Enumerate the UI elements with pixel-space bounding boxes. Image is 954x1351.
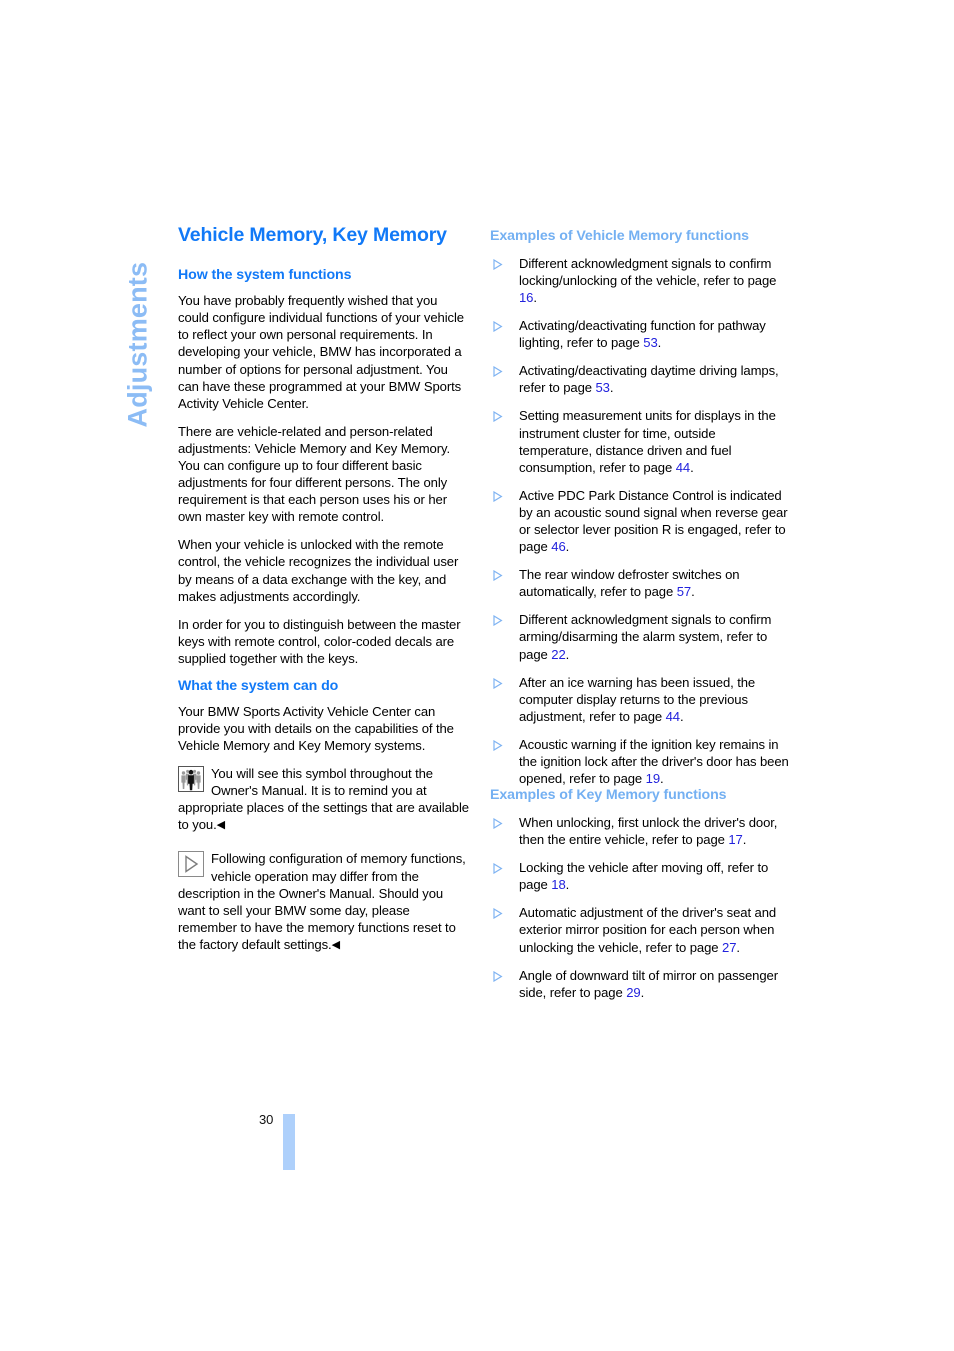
- page-reference-link[interactable]: 53: [596, 380, 610, 395]
- triangle-right-bullet-icon: [492, 321, 503, 333]
- page-reference-link[interactable]: 44: [666, 709, 680, 724]
- paragraph: You have probably frequently wished that…: [178, 293, 464, 411]
- paragraph: Your BMW Sports Activity Vehicle Center …: [178, 703, 454, 753]
- triangle-right-bullet-icon: [492, 570, 503, 582]
- triangle-right-boxed-icon: [178, 851, 204, 878]
- left-column: Vehicle Memory, Key Memory How the syste…: [178, 224, 470, 964]
- page-reference-link[interactable]: 46: [551, 539, 565, 554]
- page-reference-link[interactable]: 44: [676, 460, 690, 475]
- list-item-text: Different acknowledgment signals to conf…: [519, 255, 777, 288]
- paragraph: In order for you to distinguish between …: [178, 616, 461, 666]
- list-item-text-tail: .: [736, 939, 740, 955]
- list-item: Different acknowledgment signals to conf…: [490, 611, 790, 662]
- triangle-right-bullet-icon: [492, 677, 503, 689]
- list-item-text-tail: .: [565, 539, 570, 555]
- section-heading-what-the-system-can-do: What the system can do: [178, 678, 339, 695]
- triangle-right-bullet-icon: [492, 615, 503, 627]
- note-block-people: You will see this symbol throughout the …: [178, 765, 470, 833]
- page-reference-link[interactable]: 22: [551, 647, 565, 662]
- page-title: Vehicle Memory, Key Memory: [178, 224, 447, 246]
- list-item-text-tail: .: [690, 459, 694, 475]
- list-item: The rear window defroster switches on au…: [490, 566, 790, 600]
- section-heading-how-the-system-functions: How the system functions: [178, 267, 352, 284]
- triangle-right-bullet-icon: [492, 490, 503, 502]
- list-item: Activating/deactivating daytime driving …: [490, 362, 790, 396]
- list-item-text: After an ice warning has been issued, th…: [519, 674, 756, 724]
- list-item-text-tail: .: [680, 708, 684, 724]
- page-reference-link[interactable]: 27: [722, 940, 736, 955]
- triangle-right-bullet-icon: [492, 908, 503, 920]
- list-item: Locking the vehicle after moving off, re…: [490, 859, 790, 893]
- list-item: Automatic adjustment of the driver's sea…: [490, 904, 790, 955]
- paragraph: There are vehicle-related and person-rel…: [178, 423, 450, 525]
- page-number: 30: [259, 1112, 274, 1127]
- page-reference-link[interactable]: 19: [646, 771, 660, 786]
- page-reference-link[interactable]: 18: [551, 877, 565, 892]
- vehicle-memory-examples-list: Different acknowledgment signals to conf…: [490, 255, 790, 787]
- list-item: Different acknowledgment signals to conf…: [490, 255, 790, 306]
- right-column: Examples of Vehicle Memory functions Dif…: [490, 228, 790, 1001]
- page-reference-link[interactable]: 16: [519, 290, 533, 305]
- list-item: Activating/deactivating function for pat…: [490, 317, 790, 351]
- list-item-text-tail: .: [657, 335, 662, 351]
- list-item: Active PDC Park Distance Control is indi…: [490, 487, 790, 555]
- manual-page: Adjustments Vehicle Memory, Key Memory H…: [0, 0, 954, 1351]
- list-item-text-tail: .: [691, 584, 695, 600]
- list-item-text-tail: .: [533, 289, 537, 305]
- section-heading-examples-vehicle-memory: Examples of Vehicle Memory functions: [490, 228, 749, 244]
- triangle-right-bullet-icon: [492, 970, 503, 982]
- triangle-right-bullet-icon: [492, 411, 503, 423]
- list-item-text-tail: .: [640, 984, 645, 1000]
- triangle-right-bullet-icon: [492, 366, 503, 378]
- paragraph: When your vehicle is unlocked with the r…: [178, 537, 459, 604]
- triangle-right-bullet-icon: [492, 258, 503, 270]
- list-item-text-tail: .: [742, 832, 747, 848]
- list-item-text-tail: .: [565, 877, 570, 893]
- triangle-right-bullet-icon: [492, 817, 503, 829]
- triangle-right-bullet-icon: [492, 863, 503, 875]
- note-block-triangle: Following configuration of memory functi…: [178, 850, 470, 953]
- list-item-text-tail: .: [609, 380, 614, 396]
- page-reference-link[interactable]: 57: [677, 584, 691, 599]
- triangle-right-bullet-icon: [492, 739, 503, 751]
- key-memory-examples-list: When unlocking, first unlock the driver'…: [490, 814, 790, 1001]
- people-group-icon: [178, 766, 204, 793]
- section-heading-examples-key-memory: Examples of Key Memory functions: [490, 787, 727, 804]
- note-endmark: ◀: [216, 819, 226, 832]
- list-item-text-tail: .: [660, 771, 664, 787]
- list-item-text: The rear window defroster switches on au…: [519, 567, 740, 600]
- list-item: Setting measurement units for displays i…: [490, 407, 790, 475]
- list-item-text: Activating/deactivating daytime driving …: [519, 363, 779, 396]
- note-text: Following configuration of memory functi…: [178, 851, 466, 952]
- chapter-tab-label: Adjustments: [122, 261, 153, 428]
- list-item-text: Setting measurement units for displays i…: [519, 408, 776, 475]
- note-endmark: ◀: [331, 938, 341, 951]
- page-reference-link[interactable]: 53: [643, 335, 657, 350]
- list-item: When unlocking, first unlock the driver'…: [490, 814, 790, 848]
- list-item-text: Angle of downward tilt of mirror on pass…: [519, 967, 778, 1000]
- page-reference-link[interactable]: 29: [626, 985, 640, 1000]
- list-item: After an ice warning has been issued, th…: [490, 674, 790, 725]
- page-reference-link[interactable]: 17: [728, 832, 742, 847]
- list-item-text-tail: .: [565, 646, 570, 662]
- list-item: Acoustic warning if the ignition key rem…: [490, 736, 790, 787]
- list-item: Angle of downward tilt of mirror on pass…: [490, 967, 790, 1001]
- chapter-edge-marker: [283, 1114, 295, 1170]
- chapter-tab: Adjustments: [112, 222, 160, 428]
